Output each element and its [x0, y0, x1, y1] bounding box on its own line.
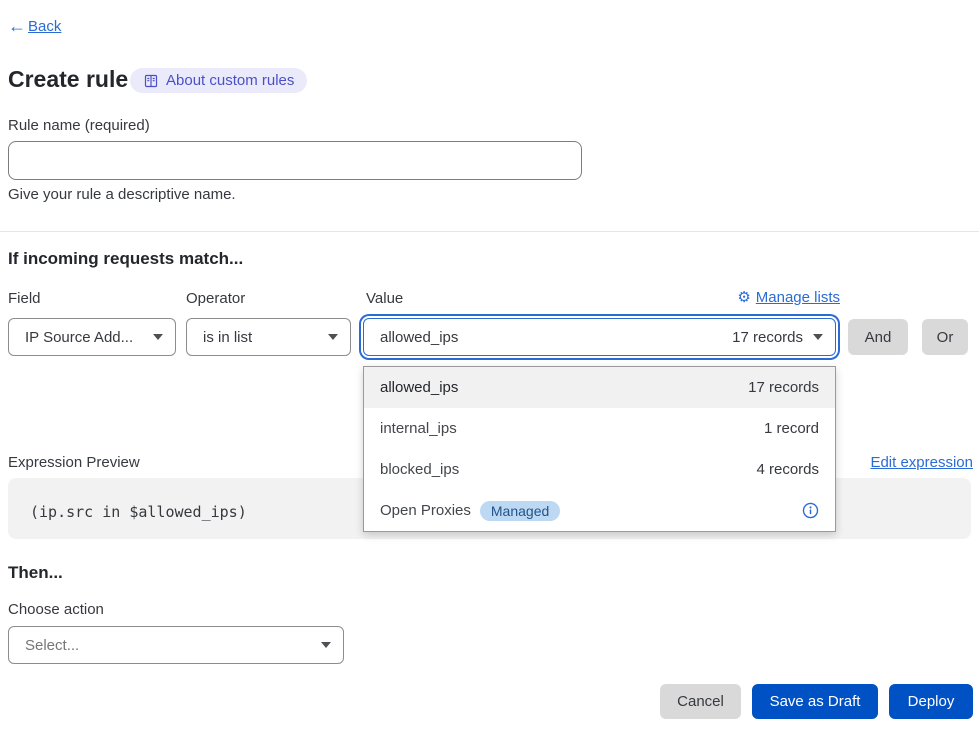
value-select[interactable]: allowed_ips 17 records [363, 318, 836, 356]
managed-badge: Managed [480, 501, 560, 521]
choose-action-label: Choose action [8, 601, 104, 618]
list-option-allowed-ips[interactable]: allowed_ips 17 records [364, 367, 835, 408]
create-rule-page: ← Back Create rule About custom rules Ru… [0, 0, 979, 739]
list-option-name: allowed_ips [380, 379, 458, 396]
list-option-blocked-ips[interactable]: blocked_ips 4 records [364, 449, 835, 490]
page-title: Create rule [8, 66, 128, 93]
back-link[interactable]: Back [28, 18, 61, 35]
list-option-name: blocked_ips [380, 461, 459, 478]
operator-label: Operator [186, 290, 245, 307]
expression-preview-label: Expression Preview [8, 454, 140, 471]
gear-icon: ⚙ [737, 288, 750, 306]
manage-lists-link[interactable]: ⚙ Manage lists [737, 288, 840, 306]
rule-name-helper: Give your rule a descriptive name. [8, 186, 236, 203]
save-as-draft-button[interactable]: Save as Draft [752, 684, 878, 719]
section-divider [0, 231, 979, 232]
about-custom-rules-link[interactable]: About custom rules [130, 68, 307, 93]
field-select[interactable]: IP Source Add... [8, 318, 176, 356]
chevron-down-icon [328, 334, 338, 340]
value-select-record-count: 17 records [732, 329, 803, 346]
cancel-button[interactable]: Cancel [660, 684, 741, 719]
operator-select-value: is in list [203, 329, 252, 346]
book-icon [143, 73, 159, 89]
and-button[interactable]: And [848, 319, 908, 355]
list-option-internal-ips[interactable]: internal_ips 1 record [364, 408, 835, 449]
value-label: Value [366, 290, 403, 307]
chevron-down-icon [813, 334, 823, 340]
about-custom-rules-label: About custom rules [166, 72, 294, 89]
field-select-value: IP Source Add... [25, 329, 133, 346]
match-section-heading: If incoming requests match... [8, 249, 243, 269]
chevron-down-icon [153, 334, 163, 340]
list-dropdown-menu: allowed_ips 17 records internal_ips 1 re… [363, 366, 836, 532]
edit-expression-link[interactable]: Edit expression [870, 454, 973, 471]
back-arrow-icon: ← [8, 16, 26, 37]
value-select-value: allowed_ips [380, 329, 458, 346]
operator-select[interactable]: is in list [186, 318, 351, 356]
action-select[interactable]: Select... [8, 626, 344, 664]
rule-name-label: Rule name (required) [8, 117, 150, 134]
list-option-record-count: 4 records [756, 461, 819, 478]
list-option-record-count: 17 records [748, 379, 819, 396]
info-icon[interactable] [802, 502, 819, 519]
action-select-placeholder: Select... [25, 637, 79, 654]
list-option-name: internal_ips [380, 420, 457, 437]
list-option-name: Open Proxies [380, 502, 471, 519]
then-section-heading: Then... [8, 563, 63, 583]
deploy-button[interactable]: Deploy [889, 684, 973, 719]
back-navigation[interactable]: ← Back [8, 16, 61, 37]
list-option-open-proxies[interactable]: Open Proxies Managed [364, 490, 835, 531]
list-option-record-count: 1 record [764, 420, 819, 437]
rule-name-input[interactable] [8, 141, 582, 180]
field-label: Field [8, 290, 41, 307]
expression-code: (ip.src in $allowed_ips) [30, 503, 247, 521]
or-button[interactable]: Or [922, 319, 968, 355]
manage-lists-label[interactable]: Manage lists [756, 289, 840, 306]
chevron-down-icon [321, 642, 331, 648]
